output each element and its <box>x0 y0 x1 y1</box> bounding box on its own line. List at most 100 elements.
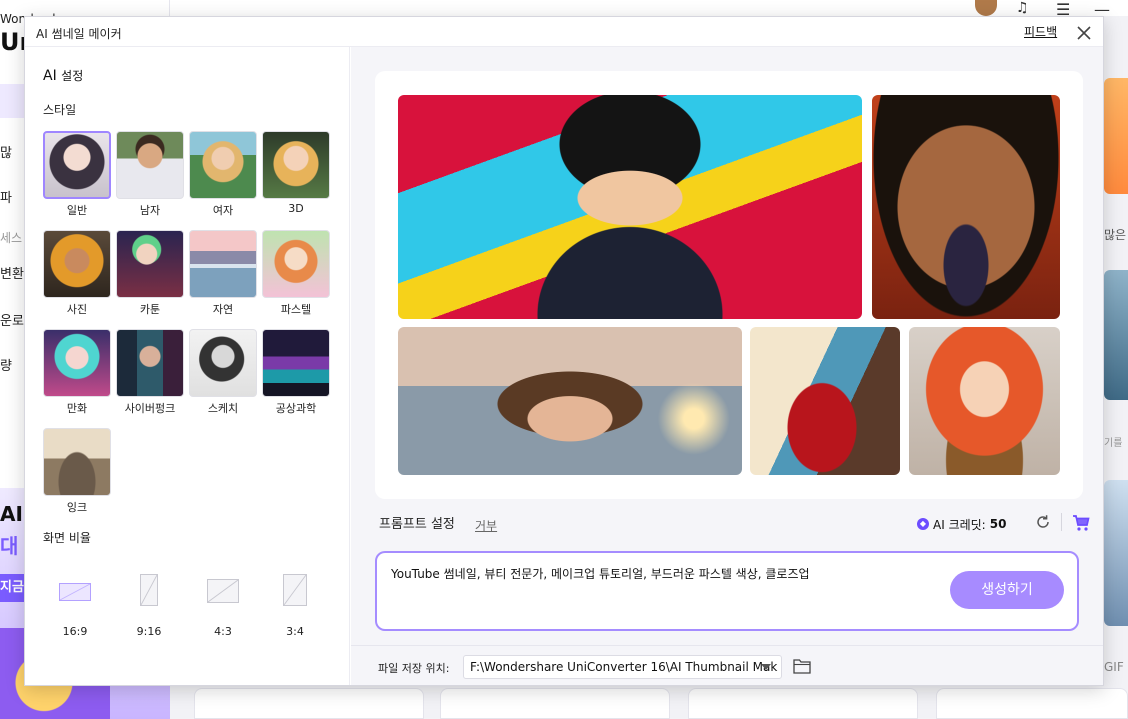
background-bottom-card[interactable] <box>440 688 670 719</box>
ratio-icon <box>59 583 91 601</box>
ratio-option-9-16[interactable]: 9:16 <box>124 567 174 638</box>
sample-image-red-car-beach[interactable] <box>750 327 900 475</box>
ratio-option-3-4[interactable]: 3:4 <box>270 567 320 638</box>
style-label: 카툰 <box>139 303 161 316</box>
style-option-photo[interactable]: 사진 <box>43 230 111 320</box>
style-section-title: 스타일 <box>43 103 77 117</box>
style-option-cartoon[interactable]: 카툰 <box>116 230 184 320</box>
background-sidebar-item: 세스 <box>0 231 23 245</box>
background-bottom-card[interactable] <box>688 688 918 719</box>
reject-link[interactable]: 거부 <box>475 517 497 534</box>
style-option-3d[interactable]: 3D <box>262 131 330 221</box>
ratio-label: 9:16 <box>136 625 162 638</box>
style-label: 남자 <box>139 204 161 217</box>
sample-image-young-man[interactable] <box>398 95 862 319</box>
background-promo-title: AI <box>0 502 23 526</box>
background-bottom-card[interactable] <box>194 688 424 719</box>
background-sidebar-item[interactable]: 운로 <box>0 310 24 329</box>
ratio-icon <box>140 574 158 606</box>
ai-thumbnail-maker-dialog: AI 썸네일 메이커 피드백 AI 설정 스타일 일반 남자 여자 3D 사진 … <box>24 16 1104 686</box>
style-option-general[interactable]: 일반 <box>43 131 111 221</box>
feedback-link[interactable]: 피드백 <box>1024 23 1057 40</box>
style-option-ink[interactable]: 잉크 <box>43 428 111 518</box>
style-thumbnail <box>116 329 184 397</box>
background-sidebar-item[interactable]: 파 <box>0 187 12 206</box>
style-thumbnail <box>262 230 330 298</box>
save-path-dropdown[interactable]: F:\Wondershare UniConverter 16\AI Thumbn… <box>463 655 782 679</box>
background-card-image[interactable] <box>1104 480 1128 626</box>
background-sidebar-active-item[interactable] <box>0 84 24 118</box>
sample-image-anime-cat-girl[interactable] <box>909 327 1060 475</box>
ratio-icon <box>283 574 307 606</box>
background-card-image[interactable] <box>1104 78 1128 194</box>
refresh-icon[interactable] <box>1034 513 1052 531</box>
style-option-pastel[interactable]: 파스텔 <box>262 230 330 320</box>
style-thumbnail <box>43 131 111 199</box>
ai-settings-title: AI 설정 <box>43 67 83 84</box>
ai-settings-title-prefix: AI <box>43 68 57 84</box>
ratio-option-4-3[interactable]: 4:3 <box>198 567 248 638</box>
style-label: 사진 <box>66 303 88 316</box>
style-option-nature[interactable]: 자연 <box>189 230 257 320</box>
ai-credit-display: ◆ AI 크레딧: 50 <box>917 515 1006 533</box>
ai-settings-title-suffix: 설정 <box>61 69 84 83</box>
aspect-ratio-title: 화면 비율 <box>43 531 91 545</box>
ratio-label: 16:9 <box>62 625 88 638</box>
folder-icon[interactable] <box>793 658 811 674</box>
background-promo-subtitle: 대 <box>0 534 19 558</box>
style-label: 3D <box>288 202 304 215</box>
style-label: 파스텔 <box>280 303 312 316</box>
style-thumbnail <box>189 131 257 199</box>
sample-gallery <box>375 71 1083 499</box>
ratio-label: 3:4 <box>286 625 304 638</box>
ratio-icon <box>207 579 239 603</box>
style-option-comic[interactable]: 만화 <box>43 329 111 419</box>
prompt-settings-title: 프롬프트 설정 <box>379 517 455 532</box>
save-path-value: F:\Wondershare UniConverter 16\AI Thumbn… <box>470 660 778 674</box>
style-thumbnail <box>189 329 257 397</box>
style-label: 자연 <box>212 303 234 316</box>
style-option-cyberpunk[interactable]: 사이버펑크 <box>116 329 184 419</box>
ai-settings-panel: AI 설정 스타일 일반 남자 여자 3D 사진 카툰 자연 파스텔 만화 사이… <box>25 47 350 685</box>
background-card-text: GIF <box>1104 660 1124 674</box>
background-card-image[interactable] <box>1104 270 1128 400</box>
dialog-titlebar: AI 썸네일 메이커 피드백 <box>25 17 1103 47</box>
style-option-female[interactable]: 여자 <box>189 131 257 221</box>
style-thumbnail <box>262 329 330 397</box>
ratio-option-16-9[interactable]: 16:9 <box>50 567 100 638</box>
background-card-text: 많은 <box>1104 228 1127 242</box>
dialog-title: AI 썸네일 메이커 <box>36 27 122 41</box>
sample-image-woman-sunset[interactable] <box>398 327 742 475</box>
save-location-label: 파일 저장 위치: <box>378 662 450 675</box>
background-sidebar-item[interactable]: 변환 <box>0 263 24 282</box>
background-card-text: 기를 <box>1104 438 1123 449</box>
ai-credit-value: 50 <box>989 517 1007 531</box>
credit-coin-icon: ◆ <box>917 518 929 530</box>
style-thumbnail <box>43 230 111 298</box>
save-location-bar: 파일 저장 위치: F:\Wondershare UniConverter 16… <box>351 645 1103 685</box>
style-thumbnail <box>43 428 111 496</box>
background-sidebar-item[interactable]: 량 <box>0 355 12 374</box>
style-label: 스케치 <box>207 402 239 415</box>
background-promo-button[interactable]: 지금 <box>0 574 26 602</box>
prompt-input[interactable]: YouTube 썸네일, 뷰티 전문가, 메이크업 튜토리얼, 부드러운 파스텔… <box>391 565 931 582</box>
cart-icon[interactable] <box>1072 514 1090 532</box>
style-label: 잉크 <box>66 501 88 514</box>
style-option-sketch[interactable]: 스케치 <box>189 329 257 419</box>
chevron-down-icon <box>761 664 771 670</box>
ai-credit-label: AI 크레딧: <box>933 517 986 532</box>
style-label: 일반 <box>66 204 88 217</box>
background-bottom-card[interactable] <box>936 688 1128 719</box>
background-sidebar-item[interactable]: 많 <box>0 142 12 161</box>
style-option-scifi[interactable]: 공상과학 <box>262 329 330 419</box>
close-icon[interactable] <box>1075 24 1093 42</box>
headset-icon[interactable]: ♫ <box>1016 0 1029 16</box>
sample-image-makeup-woman[interactable] <box>872 95 1060 319</box>
style-thumbnail <box>189 230 257 298</box>
ratio-label: 4:3 <box>214 625 232 638</box>
generate-button[interactable]: 생성하기 <box>950 571 1064 609</box>
prompt-input-box[interactable]: YouTube 썸네일, 뷰티 전문가, 메이크업 튜토리얼, 부드러운 파스텔… <box>375 551 1079 631</box>
style-label: 공상과학 <box>275 402 317 415</box>
style-option-male[interactable]: 남자 <box>116 131 184 221</box>
style-label: 여자 <box>212 204 234 217</box>
